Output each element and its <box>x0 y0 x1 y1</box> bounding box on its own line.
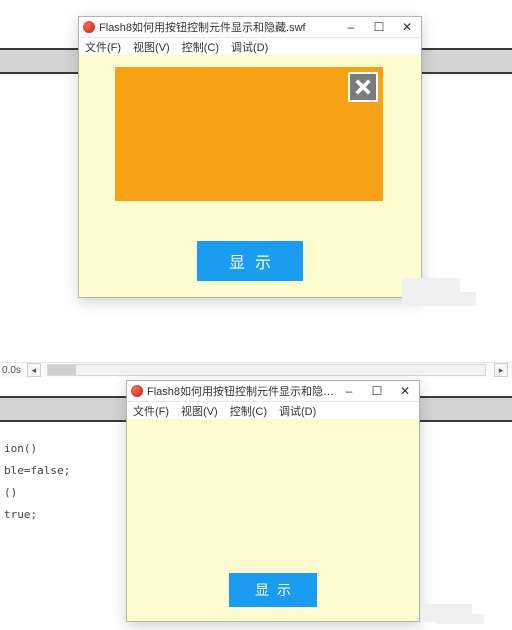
actionscript-snippet: ion() ble=false; () true; <box>4 438 70 526</box>
swf-stage: 显示 <box>79 55 421 297</box>
code-line: ble=false; <box>4 460 70 482</box>
minimize-button[interactable]: – <box>335 381 363 401</box>
maximize-button[interactable]: ☐ <box>363 381 391 401</box>
menu-control[interactable]: 控制(C) <box>182 39 219 55</box>
titlebar[interactable]: Flash8如何用按钮控制元件显示和隐藏.swf – ☐ ✕ <box>79 17 421 38</box>
timeline-scrollbar[interactable] <box>47 364 486 376</box>
scrollbar-thumb[interactable] <box>48 365 76 375</box>
menu-file[interactable]: 文件(F) <box>133 403 169 419</box>
code-line: ion() <box>4 438 70 460</box>
flash-icon <box>83 21 95 33</box>
maximize-button[interactable]: ☐ <box>365 17 393 37</box>
orange-panel <box>115 67 383 201</box>
titlebar[interactable]: Flash8如何用按钮控制元件显示和隐藏.swf – ☐ ✕ <box>127 381 419 402</box>
scroll-left-button[interactable]: ◂ <box>27 363 41 377</box>
swf-stage: 显示 <box>127 419 419 621</box>
code-line: () <box>4 482 70 504</box>
window-title: Flash8如何用按钮控制元件显示和隐藏.swf <box>147 383 335 399</box>
x-icon <box>354 78 372 96</box>
flash-player-window-2: Flash8如何用按钮控制元件显示和隐藏.swf – ☐ ✕ 文件(F) 视图(… <box>126 380 420 622</box>
watermark-stub <box>436 614 484 624</box>
watermark-stub <box>418 292 476 306</box>
menu-debug[interactable]: 调试(D) <box>231 39 268 55</box>
flash-icon <box>131 385 143 397</box>
flash-player-window-1: Flash8如何用按钮控制元件显示和隐藏.swf – ☐ ✕ 文件(F) 视图(… <box>78 16 422 298</box>
close-button[interactable]: ✕ <box>393 17 421 37</box>
menu-debug[interactable]: 调试(D) <box>279 403 316 419</box>
timeline-current: 0.0s <box>2 365 21 376</box>
menu-view[interactable]: 视图(V) <box>133 39 170 55</box>
menu-control[interactable]: 控制(C) <box>230 403 267 419</box>
minimize-button[interactable]: – <box>337 17 365 37</box>
panel-close-button[interactable] <box>348 72 378 102</box>
code-line: true; <box>4 504 70 526</box>
menu-view[interactable]: 视图(V) <box>181 403 218 419</box>
menu-file[interactable]: 文件(F) <box>85 39 121 55</box>
timeline-strip: 0.0s ◂ ▸ <box>0 362 512 377</box>
window-title: Flash8如何用按钮控制元件显示和隐藏.swf <box>99 19 337 35</box>
show-button[interactable]: 显示 <box>197 241 303 281</box>
show-button[interactable]: 显示 <box>229 573 317 607</box>
close-button[interactable]: ✕ <box>391 381 419 401</box>
scroll-right-button[interactable]: ▸ <box>494 363 508 377</box>
